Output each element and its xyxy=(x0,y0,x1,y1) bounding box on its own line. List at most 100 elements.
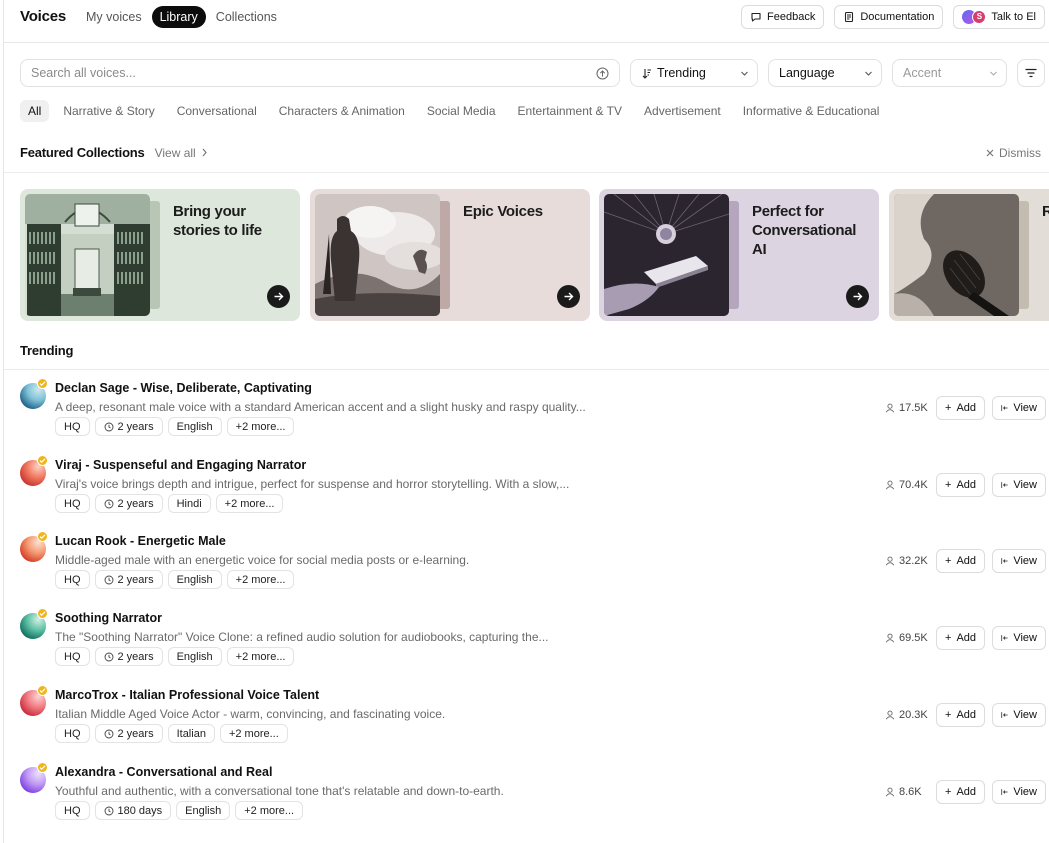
voice-description: Youthful and authentic, with a conversat… xyxy=(55,784,504,798)
usage-value: 20.3K xyxy=(899,709,928,721)
add-voice-button[interactable]: + Add xyxy=(936,473,985,497)
more-tags-button[interactable]: +2 more... xyxy=(219,724,288,743)
view-voice-button[interactable]: View xyxy=(992,703,1046,727)
warrior-illustration xyxy=(315,194,440,316)
add-label: Add xyxy=(956,786,977,798)
quality-tag: HQ xyxy=(55,417,90,436)
arrow-right-icon[interactable] xyxy=(557,285,580,308)
documentation-button[interactable]: Documentation xyxy=(834,5,944,29)
voice-row[interactable]: Declan Sage - Wise, Deliberate, Captivat… xyxy=(0,378,1049,457)
age-value: 2 years xyxy=(117,420,154,433)
open-panel-icon xyxy=(1001,405,1008,411)
voice-row[interactable]: Alexandra - Conversational and Real Yout… xyxy=(0,762,1049,841)
usage-count: 32.2K xyxy=(885,555,928,567)
view-voice-button[interactable]: View xyxy=(992,396,1046,420)
more-tags-button[interactable]: +2 more... xyxy=(235,801,304,820)
featured-header: Featured Collections View all xyxy=(20,145,208,160)
talk-to-el-label: Talk to El xyxy=(991,11,1036,23)
plus-icon: + xyxy=(945,632,952,644)
voice-name[interactable]: Alexandra - Conversational and Real xyxy=(55,765,272,779)
category-social-media[interactable]: Social Media xyxy=(419,100,504,122)
add-voice-button[interactable]: + Add xyxy=(936,549,985,573)
tab-my-voices[interactable]: My voices xyxy=(78,6,150,28)
add-voice-button[interactable]: + Add xyxy=(936,703,985,727)
language-dropdown[interactable]: Language xyxy=(768,59,882,87)
verified-badge-icon xyxy=(37,685,48,696)
document-icon xyxy=(845,11,854,23)
plus-icon: + xyxy=(945,786,952,798)
view-voice-button[interactable]: View xyxy=(992,473,1046,497)
voice-row[interactable]: MarcoTrox - Italian Professional Voice T… xyxy=(0,685,1049,764)
add-voice-button[interactable]: + Add xyxy=(936,396,985,420)
collection-card-conversational[interactable]: Perfect for Conversational AI xyxy=(599,189,879,321)
verified-badge-icon xyxy=(37,378,48,389)
voice-name[interactable]: MarcoTrox - Italian Professional Voice T… xyxy=(55,688,319,702)
dismiss-button[interactable]: Dismiss xyxy=(986,146,1041,160)
accent-dropdown[interactable]: Accent xyxy=(892,59,1007,87)
voice-name[interactable]: Declan Sage - Wise, Deliberate, Captivat… xyxy=(55,381,312,395)
collection-card-stories[interactable]: Bring your stories to life xyxy=(20,189,300,321)
tab-library[interactable]: Library xyxy=(151,6,206,28)
view-label: View xyxy=(1013,632,1037,644)
filter-button[interactable] xyxy=(1017,59,1045,87)
featured-carousel: Bring your stories to life Epic Voices P… xyxy=(20,189,1049,321)
category-all[interactable]: All xyxy=(20,100,50,122)
chevron-down-icon xyxy=(990,71,997,76)
card-title: R M xyxy=(1042,203,1049,220)
arrow-right-icon[interactable] xyxy=(846,285,869,308)
usage-value: 8.6K xyxy=(899,786,922,798)
category-entertainment[interactable]: Entertainment & TV xyxy=(510,100,631,122)
quality-tag: HQ xyxy=(55,570,90,589)
verified-badge-icon xyxy=(37,762,48,773)
talk-to-el-button[interactable]: S Talk to El xyxy=(953,5,1045,29)
view-all-link[interactable]: View all xyxy=(155,146,208,160)
close-icon xyxy=(986,149,994,157)
sort-dropdown[interactable]: Trending xyxy=(630,59,758,87)
sort-icon xyxy=(642,68,651,79)
view-voice-button[interactable]: View xyxy=(992,549,1046,573)
plus-icon: + xyxy=(945,555,952,567)
more-tags-button[interactable]: +2 more... xyxy=(226,570,295,589)
voice-tags: HQ 2 years English +2 more... xyxy=(55,647,295,666)
voice-row[interactable]: Lucan Rook - Energetic Male Middle-aged … xyxy=(0,531,1049,610)
collection-card-epic[interactable]: Epic Voices xyxy=(310,189,590,321)
search-input[interactable] xyxy=(31,66,596,80)
add-voice-button[interactable]: + Add xyxy=(936,626,985,650)
tab-collections[interactable]: Collections xyxy=(208,6,285,28)
user-icon xyxy=(885,556,895,566)
arrow-right-icon[interactable] xyxy=(267,285,290,308)
category-characters[interactable]: Characters & Animation xyxy=(271,100,413,122)
view-all-label: View all xyxy=(154,145,196,160)
add-label: Add xyxy=(956,632,977,644)
voice-name[interactable]: Lucan Rook - Energetic Male xyxy=(55,534,226,548)
user-icon xyxy=(885,633,895,643)
add-voice-button[interactable]: + Add xyxy=(936,780,985,804)
view-voice-button[interactable]: View xyxy=(992,626,1046,650)
feedback-button[interactable]: Feedback xyxy=(741,5,825,29)
category-conversational[interactable]: Conversational xyxy=(169,100,265,122)
plus-icon: + xyxy=(945,402,952,414)
upload-audio-icon[interactable] xyxy=(596,67,609,80)
quality-tag: HQ xyxy=(55,724,90,743)
accent-value: Accent xyxy=(903,66,942,80)
view-label: View xyxy=(1013,786,1037,798)
voice-tags: HQ 2 years Italian +2 more... xyxy=(55,724,288,743)
more-tags-button[interactable]: +2 more... xyxy=(226,417,295,436)
category-narrative[interactable]: Narrative & Story xyxy=(55,100,162,122)
collection-card-partial[interactable]: R M xyxy=(889,189,1049,321)
verified-badge-icon xyxy=(37,531,48,542)
add-label: Add xyxy=(956,555,977,567)
open-panel-icon xyxy=(1001,635,1008,641)
category-advertisement[interactable]: Advertisement xyxy=(636,100,729,122)
open-panel-icon xyxy=(1001,482,1008,488)
more-tags-button[interactable]: +2 more... xyxy=(226,647,295,666)
voice-row[interactable]: Soothing Narrator The "Soothing Narrator… xyxy=(0,608,1049,687)
sort-value: Trending xyxy=(657,66,706,80)
voice-row[interactable]: Viraj - Suspenseful and Engaging Narrato… xyxy=(0,455,1049,534)
voice-name[interactable]: Viraj - Suspenseful and Engaging Narrato… xyxy=(55,458,306,472)
category-informative[interactable]: Informative & Educational xyxy=(735,100,888,122)
more-tags-button[interactable]: +2 more... xyxy=(215,494,284,513)
voice-name[interactable]: Soothing Narrator xyxy=(55,611,162,625)
view-voice-button[interactable]: View xyxy=(992,780,1046,804)
voice-description: Italian Middle Aged Voice Actor - warm, … xyxy=(55,707,446,721)
